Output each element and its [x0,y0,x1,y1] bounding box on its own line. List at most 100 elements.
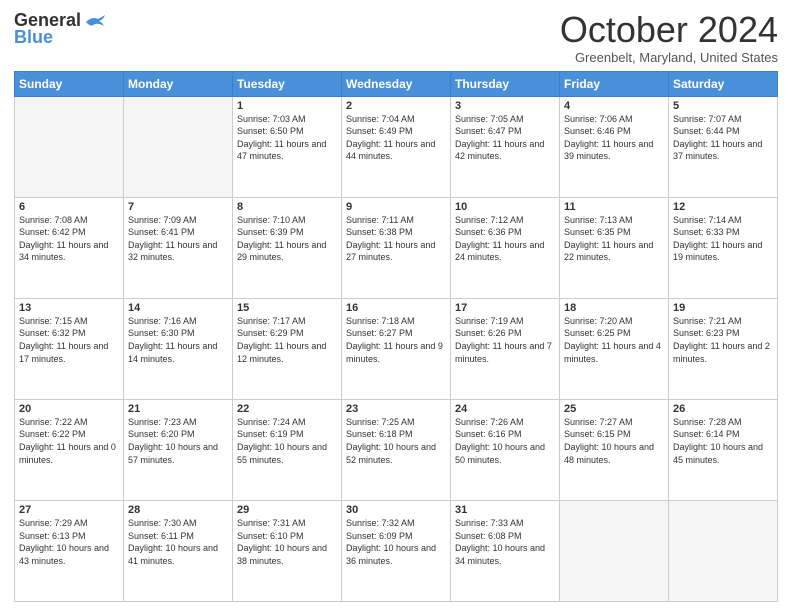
calendar-cell: 29Sunrise: 7:31 AMSunset: 6:10 PMDayligh… [233,500,342,601]
day-number: 18 [564,302,664,314]
day-info: Sunrise: 7:07 AMSunset: 6:44 PMDaylight:… [673,113,773,163]
day-info: Sunrise: 7:04 AMSunset: 6:49 PMDaylight:… [346,113,446,163]
day-number: 3 [455,100,555,112]
calendar-cell: 21Sunrise: 7:23 AMSunset: 6:20 PMDayligh… [124,399,233,500]
calendar-cell: 10Sunrise: 7:12 AMSunset: 6:36 PMDayligh… [451,197,560,298]
day-number: 15 [237,302,337,314]
calendar-cell: 26Sunrise: 7:28 AMSunset: 6:14 PMDayligh… [669,399,778,500]
calendar-cell: 9Sunrise: 7:11 AMSunset: 6:38 PMDaylight… [342,197,451,298]
calendar-cell: 23Sunrise: 7:25 AMSunset: 6:18 PMDayligh… [342,399,451,500]
column-header-friday: Friday [560,71,669,96]
day-number: 5 [673,100,773,112]
column-header-wednesday: Wednesday [342,71,451,96]
month-title: October 2024 [560,10,778,50]
day-info: Sunrise: 7:13 AMSunset: 6:35 PMDaylight:… [564,214,664,264]
calendar-cell: 13Sunrise: 7:15 AMSunset: 6:32 PMDayligh… [15,298,124,399]
day-info: Sunrise: 7:31 AMSunset: 6:10 PMDaylight:… [237,517,337,567]
day-info: Sunrise: 7:22 AMSunset: 6:22 PMDaylight:… [19,416,119,466]
calendar-cell: 19Sunrise: 7:21 AMSunset: 6:23 PMDayligh… [669,298,778,399]
day-info: Sunrise: 7:14 AMSunset: 6:33 PMDaylight:… [673,214,773,264]
day-info: Sunrise: 7:11 AMSunset: 6:38 PMDaylight:… [346,214,446,264]
calendar-week-row: 13Sunrise: 7:15 AMSunset: 6:32 PMDayligh… [15,298,778,399]
day-info: Sunrise: 7:27 AMSunset: 6:15 PMDaylight:… [564,416,664,466]
day-number: 17 [455,302,555,314]
calendar-cell [669,500,778,601]
calendar-cell: 25Sunrise: 7:27 AMSunset: 6:15 PMDayligh… [560,399,669,500]
day-info: Sunrise: 7:09 AMSunset: 6:41 PMDaylight:… [128,214,228,264]
day-info: Sunrise: 7:29 AMSunset: 6:13 PMDaylight:… [19,517,119,567]
calendar-cell: 28Sunrise: 7:30 AMSunset: 6:11 PMDayligh… [124,500,233,601]
day-number: 25 [564,403,664,415]
day-number: 9 [346,201,446,213]
day-info: Sunrise: 7:03 AMSunset: 6:50 PMDaylight:… [237,113,337,163]
day-info: Sunrise: 7:24 AMSunset: 6:19 PMDaylight:… [237,416,337,466]
calendar-week-row: 6Sunrise: 7:08 AMSunset: 6:42 PMDaylight… [15,197,778,298]
calendar-cell: 17Sunrise: 7:19 AMSunset: 6:26 PMDayligh… [451,298,560,399]
day-info: Sunrise: 7:30 AMSunset: 6:11 PMDaylight:… [128,517,228,567]
day-info: Sunrise: 7:15 AMSunset: 6:32 PMDaylight:… [19,315,119,365]
day-number: 27 [19,504,119,516]
day-number: 14 [128,302,228,314]
column-header-sunday: Sunday [15,71,124,96]
calendar-cell [15,96,124,197]
title-block: October 2024 Greenbelt, Maryland, United… [560,10,778,65]
day-info: Sunrise: 7:17 AMSunset: 6:29 PMDaylight:… [237,315,337,365]
calendar-cell [124,96,233,197]
logo-bird-icon [84,14,106,30]
calendar-cell: 5Sunrise: 7:07 AMSunset: 6:44 PMDaylight… [669,96,778,197]
calendar-cell: 18Sunrise: 7:20 AMSunset: 6:25 PMDayligh… [560,298,669,399]
calendar-cell: 16Sunrise: 7:18 AMSunset: 6:27 PMDayligh… [342,298,451,399]
day-info: Sunrise: 7:16 AMSunset: 6:30 PMDaylight:… [128,315,228,365]
logo-blue: Blue [14,27,53,48]
day-number: 4 [564,100,664,112]
day-info: Sunrise: 7:26 AMSunset: 6:16 PMDaylight:… [455,416,555,466]
calendar-cell: 31Sunrise: 7:33 AMSunset: 6:08 PMDayligh… [451,500,560,601]
calendar-cell: 11Sunrise: 7:13 AMSunset: 6:35 PMDayligh… [560,197,669,298]
calendar-cell: 20Sunrise: 7:22 AMSunset: 6:22 PMDayligh… [15,399,124,500]
calendar-cell: 14Sunrise: 7:16 AMSunset: 6:30 PMDayligh… [124,298,233,399]
day-info: Sunrise: 7:18 AMSunset: 6:27 PMDaylight:… [346,315,446,365]
column-header-thursday: Thursday [451,71,560,96]
page: General Blue October 2024 Greenbelt, Mar… [0,0,792,612]
day-info: Sunrise: 7:25 AMSunset: 6:18 PMDaylight:… [346,416,446,466]
day-info: Sunrise: 7:21 AMSunset: 6:23 PMDaylight:… [673,315,773,365]
calendar-cell: 22Sunrise: 7:24 AMSunset: 6:19 PMDayligh… [233,399,342,500]
day-number: 19 [673,302,773,314]
calendar-cell: 30Sunrise: 7:32 AMSunset: 6:09 PMDayligh… [342,500,451,601]
day-info: Sunrise: 7:33 AMSunset: 6:08 PMDaylight:… [455,517,555,567]
day-number: 1 [237,100,337,112]
day-info: Sunrise: 7:19 AMSunset: 6:26 PMDaylight:… [455,315,555,365]
day-number: 28 [128,504,228,516]
day-number: 29 [237,504,337,516]
location-subtitle: Greenbelt, Maryland, United States [560,50,778,65]
calendar-cell [560,500,669,601]
day-number: 7 [128,201,228,213]
day-number: 6 [19,201,119,213]
column-header-saturday: Saturday [669,71,778,96]
day-number: 30 [346,504,446,516]
calendar-cell: 1Sunrise: 7:03 AMSunset: 6:50 PMDaylight… [233,96,342,197]
calendar-cell: 27Sunrise: 7:29 AMSunset: 6:13 PMDayligh… [15,500,124,601]
day-number: 2 [346,100,446,112]
day-number: 16 [346,302,446,314]
calendar-header-row: SundayMondayTuesdayWednesdayThursdayFrid… [15,71,778,96]
calendar-week-row: 27Sunrise: 7:29 AMSunset: 6:13 PMDayligh… [15,500,778,601]
day-number: 11 [564,201,664,213]
day-info: Sunrise: 7:32 AMSunset: 6:09 PMDaylight:… [346,517,446,567]
day-info: Sunrise: 7:12 AMSunset: 6:36 PMDaylight:… [455,214,555,264]
day-number: 26 [673,403,773,415]
calendar-cell: 3Sunrise: 7:05 AMSunset: 6:47 PMDaylight… [451,96,560,197]
calendar-table: SundayMondayTuesdayWednesdayThursdayFrid… [14,71,778,602]
calendar-cell: 2Sunrise: 7:04 AMSunset: 6:49 PMDaylight… [342,96,451,197]
day-info: Sunrise: 7:06 AMSunset: 6:46 PMDaylight:… [564,113,664,163]
day-info: Sunrise: 7:20 AMSunset: 6:25 PMDaylight:… [564,315,664,365]
calendar-cell: 15Sunrise: 7:17 AMSunset: 6:29 PMDayligh… [233,298,342,399]
calendar-week-row: 1Sunrise: 7:03 AMSunset: 6:50 PMDaylight… [15,96,778,197]
calendar-cell: 4Sunrise: 7:06 AMSunset: 6:46 PMDaylight… [560,96,669,197]
calendar-cell: 6Sunrise: 7:08 AMSunset: 6:42 PMDaylight… [15,197,124,298]
day-info: Sunrise: 7:05 AMSunset: 6:47 PMDaylight:… [455,113,555,163]
calendar-week-row: 20Sunrise: 7:22 AMSunset: 6:22 PMDayligh… [15,399,778,500]
day-info: Sunrise: 7:28 AMSunset: 6:14 PMDaylight:… [673,416,773,466]
day-info: Sunrise: 7:08 AMSunset: 6:42 PMDaylight:… [19,214,119,264]
logo: General Blue [14,10,106,48]
